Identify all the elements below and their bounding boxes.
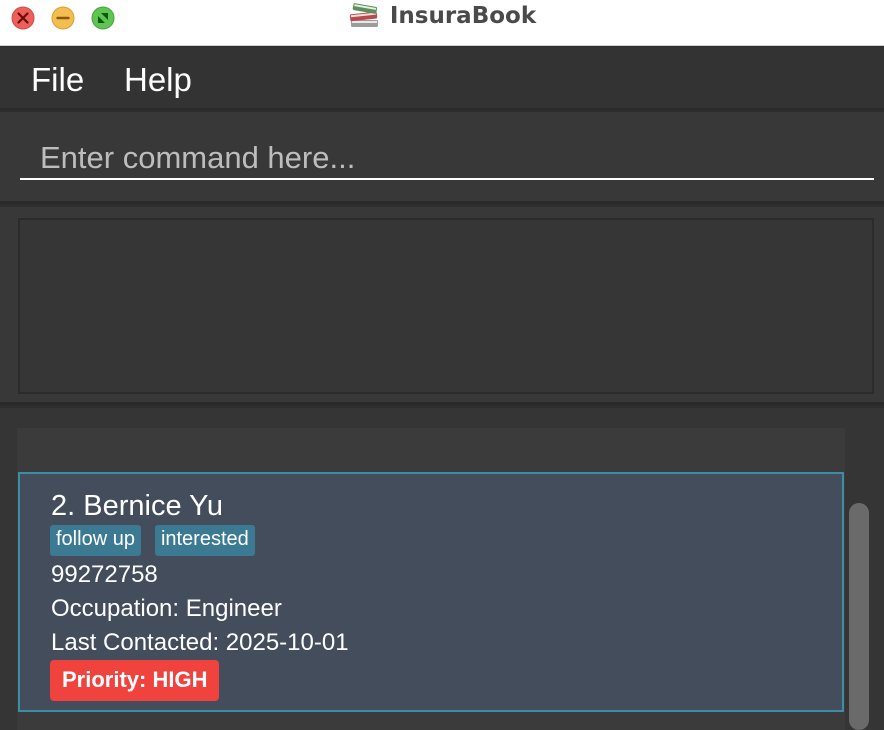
command-input[interactable] (20, 138, 874, 180)
tag-list: follow up interested (50, 525, 255, 556)
client-card[interactable]: 2. Bernice Yu follow up interested 99272… (18, 472, 844, 712)
result-display[interactable] (18, 218, 874, 394)
tag-follow-up: follow up (50, 525, 141, 556)
client-name: 2. Bernice Yu (51, 490, 223, 522)
client-occupation: Occupation: Engineer (51, 595, 282, 622)
tag-interested: interested (154, 525, 255, 556)
command-box (0, 112, 884, 204)
menu-bar: File Help (0, 47, 884, 110)
client-phone: 99272758 (51, 561, 158, 588)
app-title-text: InsuraBook (389, 3, 537, 29)
book-stack-icon (348, 0, 382, 32)
priority-badge: Priority: HIGH (50, 660, 220, 701)
result-display-panel (0, 207, 884, 405)
list-scrollbar[interactable] (849, 503, 869, 730)
title-bar: InsuraBook (0, 0, 884, 46)
menu-file[interactable]: File (31, 61, 84, 99)
menu-help[interactable]: Help (124, 61, 192, 99)
window-title: InsuraBook (0, 0, 884, 32)
client-last-contacted: Last Contacted: 2025-10-01 (51, 629, 349, 656)
